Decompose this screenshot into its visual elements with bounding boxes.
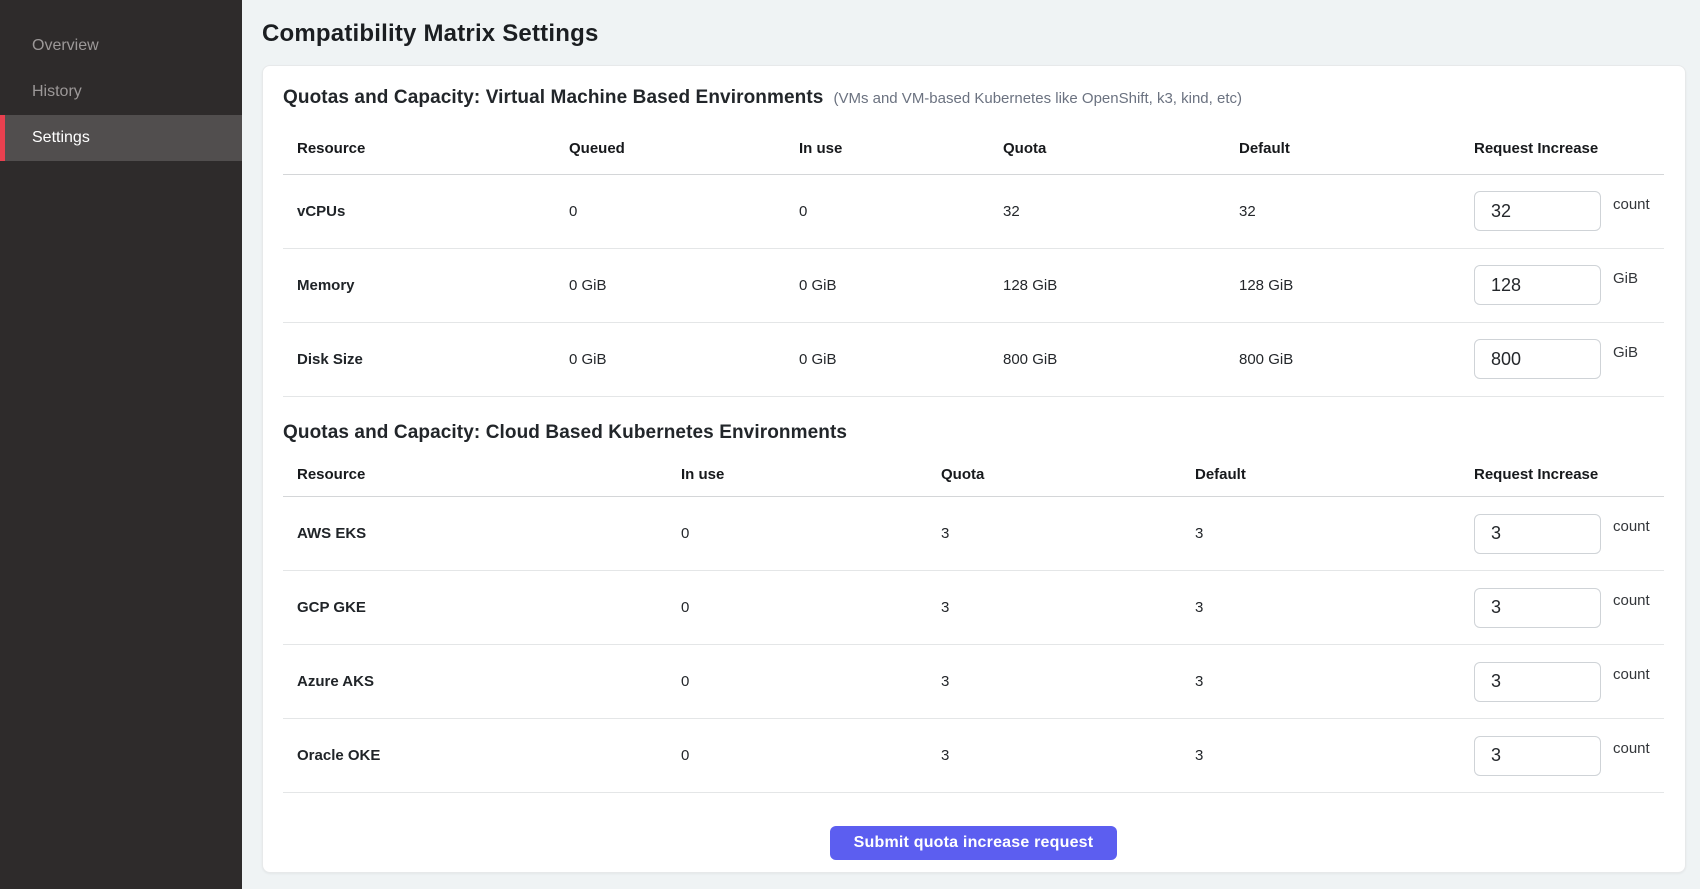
in-use-value: 0	[667, 571, 927, 645]
in-use-value: 0	[667, 497, 927, 571]
quota-value: 32	[989, 174, 1225, 248]
resource-name: Azure AKS	[283, 645, 667, 719]
cloud-quota-section: Quotas and Capacity: Cloud Based Kuberne…	[283, 421, 1664, 794]
table-row-gcp-gke: GCP GKE 0 3 3 count	[283, 571, 1664, 645]
quota-value: 800 GiB	[989, 322, 1225, 396]
unit-label: count	[1613, 518, 1650, 535]
disk-size-request-input[interactable]	[1474, 339, 1601, 379]
sidebar-item-label: Overview	[32, 37, 99, 55]
default-value: 3	[1181, 571, 1460, 645]
table-row-aws-eks: AWS EKS 0 3 3 count	[283, 497, 1664, 571]
sidebar-item-overview[interactable]: Overview	[0, 23, 242, 69]
main-content: Compatibility Matrix Settings Quotas and…	[242, 0, 1700, 889]
gcp-gke-request-input[interactable]	[1474, 588, 1601, 628]
col-header-in-use: In use	[667, 453, 927, 497]
vm-quota-section: Quotas and Capacity: Virtual Machine Bas…	[283, 86, 1664, 397]
unit-label: count	[1613, 592, 1650, 609]
sidebar-item-history[interactable]: History	[0, 69, 242, 115]
cloud-quota-table: Resource In use Quota Default Request In…	[283, 453, 1664, 794]
vm-section-title: Quotas and Capacity: Virtual Machine Bas…	[283, 86, 823, 110]
cloud-section-title: Quotas and Capacity: Cloud Based Kuberne…	[283, 421, 847, 445]
col-header-default: Default	[1225, 124, 1460, 174]
col-header-quota: Quota	[989, 124, 1225, 174]
quota-value: 3	[927, 571, 1181, 645]
default-value: 3	[1181, 497, 1460, 571]
resource-name: Oracle OKE	[283, 719, 667, 793]
in-use-value: 0	[785, 174, 989, 248]
default-value: 3	[1181, 645, 1460, 719]
col-header-default: Default	[1181, 453, 1460, 497]
queued-value: 0	[555, 174, 785, 248]
oracle-oke-request-input[interactable]	[1474, 736, 1601, 776]
col-header-request-increase: Request Increase	[1460, 124, 1664, 174]
sidebar-item-label: Settings	[32, 129, 90, 147]
vm-table-header-row: Resource Queued In use Quota Default Req…	[283, 124, 1664, 174]
quota-value: 128 GiB	[989, 248, 1225, 322]
page-title: Compatibility Matrix Settings	[262, 0, 1686, 65]
azure-aks-request-input[interactable]	[1474, 662, 1601, 702]
table-row-oracle-oke: Oracle OKE 0 3 3 count	[283, 719, 1664, 793]
col-header-resource: Resource	[283, 453, 667, 497]
unit-label: count	[1613, 196, 1650, 213]
sidebar-item-settings[interactable]: Settings	[0, 115, 242, 161]
col-header-queued: Queued	[555, 124, 785, 174]
aws-eks-request-input[interactable]	[1474, 514, 1601, 554]
quota-value: 3	[927, 497, 1181, 571]
sidebar: Overview History Settings	[0, 0, 242, 889]
resource-name: Disk Size	[283, 322, 555, 396]
col-header-quota: Quota	[927, 453, 1181, 497]
default-value: 800 GiB	[1225, 322, 1460, 396]
unit-label: count	[1613, 666, 1650, 683]
col-header-request-increase: Request Increase	[1460, 453, 1664, 497]
table-row-disk-size: Disk Size 0 GiB 0 GiB 800 GiB 800 GiB Gi…	[283, 322, 1664, 396]
default-value: 32	[1225, 174, 1460, 248]
unit-label: GiB	[1613, 270, 1638, 287]
quota-value: 3	[927, 645, 1181, 719]
cloud-section-heading: Quotas and Capacity: Cloud Based Kuberne…	[283, 421, 1664, 445]
memory-request-input[interactable]	[1474, 265, 1601, 305]
table-row-vcpus: vCPUs 0 0 32 32 count	[283, 174, 1664, 248]
in-use-value: 0	[667, 719, 927, 793]
resource-name: vCPUs	[283, 174, 555, 248]
queued-value: 0 GiB	[555, 322, 785, 396]
queued-value: 0 GiB	[555, 248, 785, 322]
unit-label: count	[1613, 740, 1650, 757]
vm-quota-table: Resource Queued In use Quota Default Req…	[283, 124, 1664, 397]
footer-row: Submit quota increase request	[283, 793, 1664, 860]
resource-name: GCP GKE	[283, 571, 667, 645]
default-value: 3	[1181, 719, 1460, 793]
in-use-value: 0 GiB	[785, 248, 989, 322]
vm-section-heading: Quotas and Capacity: Virtual Machine Bas…	[283, 86, 1664, 110]
default-value: 128 GiB	[1225, 248, 1460, 322]
col-header-resource: Resource	[283, 124, 555, 174]
table-row-memory: Memory 0 GiB 0 GiB 128 GiB 128 GiB GiB	[283, 248, 1664, 322]
in-use-value: 0	[667, 645, 927, 719]
vcpus-request-input[interactable]	[1474, 191, 1601, 231]
vm-section-subtitle: (VMs and VM-based Kubernetes like OpenSh…	[833, 90, 1242, 107]
sidebar-item-label: History	[32, 83, 82, 101]
in-use-value: 0 GiB	[785, 322, 989, 396]
table-row-azure-aks: Azure AKS 0 3 3 count	[283, 645, 1664, 719]
cloud-table-header-row: Resource In use Quota Default Request In…	[283, 453, 1664, 497]
submit-quota-button[interactable]: Submit quota increase request	[830, 826, 1118, 860]
resource-name: AWS EKS	[283, 497, 667, 571]
unit-label: GiB	[1613, 344, 1638, 361]
resource-name: Memory	[283, 248, 555, 322]
settings-card: Quotas and Capacity: Virtual Machine Bas…	[262, 65, 1686, 873]
quota-value: 3	[927, 719, 1181, 793]
col-header-in-use: In use	[785, 124, 989, 174]
